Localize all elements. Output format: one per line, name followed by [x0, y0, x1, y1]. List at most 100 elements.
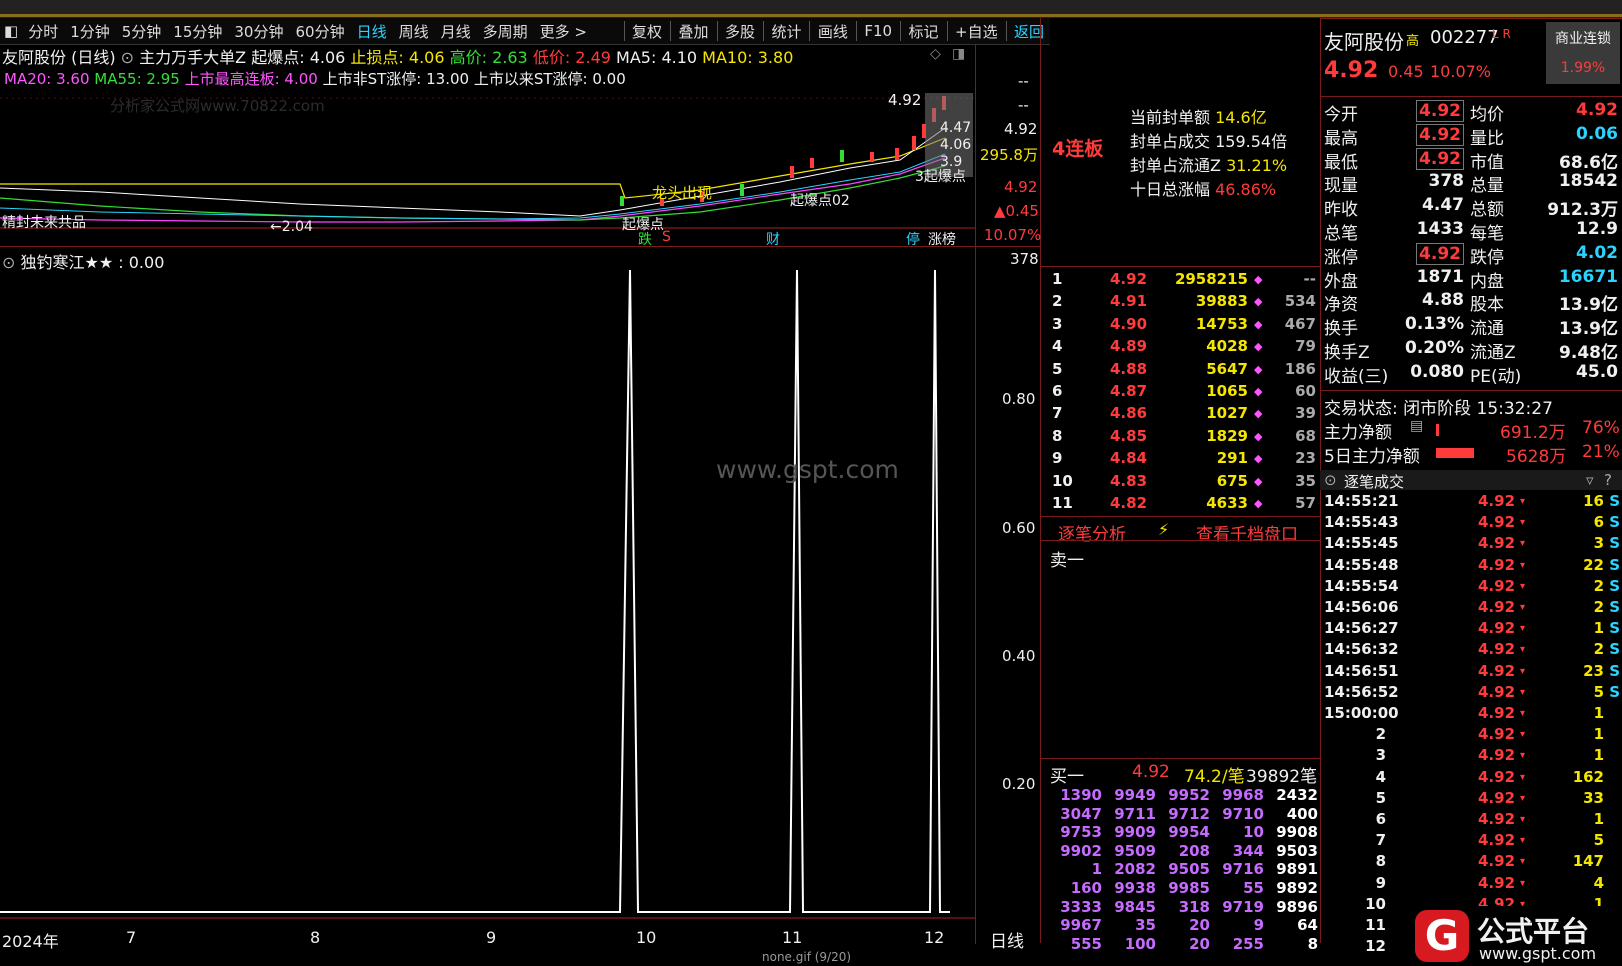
stat-value-2: 18542 [1558, 171, 1618, 192]
stat-label: 涨停 [1324, 247, 1358, 268]
ob-diamond-icon: ◆ [1254, 452, 1263, 466]
ob-level: 4 [1052, 337, 1063, 356]
ob-volume: 5647 [1206, 359, 1248, 378]
quote-stat-row: 昨收 4.47 总额 912.3万 [1322, 195, 1622, 221]
tab-daily[interactable]: 日线 [351, 21, 393, 42]
diamond-icon[interactable]: ◇ [930, 46, 941, 62]
axis-change: ▲0.45 [994, 202, 1039, 220]
buy-one-label: 买一 [1050, 767, 1084, 787]
queue-cell: 3333 [1060, 897, 1102, 916]
accent-bar [0, 14, 1622, 17]
ob-divider-3 [1040, 758, 1320, 759]
stat-value-2: 68.6亿 [1559, 152, 1618, 173]
tick-time: 14:55:21 [1324, 492, 1399, 510]
ob-level: 6 [1052, 382, 1063, 400]
order-book-row[interactable]: 5 4.88 5647 ◆ 186 [1050, 360, 1320, 382]
tab-15min[interactable]: 15分钟 [167, 21, 228, 42]
ob-level: 1 [1052, 270, 1063, 288]
f10-button[interactable]: F10 [858, 22, 898, 40]
tab-fenshi[interactable]: 分时 [22, 21, 64, 42]
tab-5min[interactable]: 5分钟 [116, 21, 168, 42]
tab-60min[interactable]: 60分钟 [289, 21, 350, 42]
tick-volume: 1 [1593, 725, 1604, 744]
tab-1min[interactable]: 1分钟 [64, 21, 116, 42]
back-button[interactable]: 返回 [1008, 21, 1050, 42]
tick-volume: 22 [1583, 555, 1604, 574]
tick-analysis-link[interactable]: 逐笔分析 [1058, 520, 1126, 545]
tick-arrow-icon: ▾ [1520, 771, 1526, 783]
tick-row: 14:55:43 4.92 ▾ 6 S [1322, 513, 1622, 534]
tick-row: 14:55:21 4.92 ▾ 16 S [1322, 492, 1622, 513]
tick-row: 5 4.92 ▾ 33 [1322, 789, 1622, 810]
x-axis: 2024年 7 8 9 10 11 12 [0, 928, 975, 951]
mark-button[interactable]: 标记 [903, 21, 945, 42]
sub-indicator-chart[interactable] [0, 270, 975, 920]
order-book-row[interactable]: 11 4.82 4633 ◆ 57 [1050, 494, 1320, 516]
tick-arrow-icon: ▾ [1520, 792, 1526, 804]
toggle-icon[interactable]: ⊙ [121, 48, 134, 67]
tick-time: 11 [1365, 916, 1386, 934]
order-book-row[interactable]: 8 4.85 1829 ◆ 68 [1050, 427, 1320, 449]
queue-cell: 9896 [1276, 897, 1318, 916]
overlay-button[interactable]: 叠加 [673, 21, 715, 42]
order-book-row[interactable]: 2 4.91 39883 ◆ 534 [1050, 292, 1320, 314]
tick-time: 14:55:54 [1324, 576, 1399, 595]
filter-icon[interactable]: ▿ [1586, 471, 1594, 489]
main5-row: 5日主力净额 5628万 21% [1324, 442, 1620, 467]
tab-more[interactable]: 更多 > [534, 21, 593, 42]
order-book-row[interactable]: 3 4.90 14753 ◆ 467 [1050, 315, 1320, 337]
sell-one-label: 卖一 [1050, 551, 1084, 571]
tag-s[interactable]: S [662, 229, 671, 245]
restore-rights-button[interactable]: 复权 [626, 21, 668, 42]
tick-price: 4.92 [1478, 619, 1516, 638]
tick-volume: 1 [1593, 619, 1604, 638]
order-book-row[interactable]: 4 4.89 4028 ◆ 79 [1050, 337, 1320, 359]
main-net-value: 691.2万 [1500, 423, 1566, 443]
trade-state-row: 交易状态: 闭市阶段 15:32:27 [1324, 394, 1553, 419]
stat-value-2: 912.3万 [1547, 200, 1618, 221]
queue-cell: 20 [1189, 934, 1210, 953]
quote-stat-row: 现量 378 总量 18542 [1322, 171, 1622, 196]
tab-30min[interactable]: 30分钟 [228, 21, 289, 42]
ob-volume: 2958215 [1174, 270, 1248, 288]
help-icon[interactable]: ? [1604, 471, 1612, 489]
order-book-row[interactable]: 1 4.92 2958215 ◆ -- [1050, 270, 1320, 292]
tick-flag: S [1609, 619, 1620, 638]
queue-cell: 9967 [1060, 916, 1102, 935]
multi-stock-button[interactable]: 多股 [719, 21, 761, 42]
main-net-bar [1436, 424, 1439, 436]
stat-label: 今开 [1324, 105, 1358, 125]
tick-time: 14:56:51 [1324, 661, 1399, 680]
tick-time: 7 [1375, 831, 1386, 850]
ten-day-value: 46.86% [1215, 180, 1277, 199]
tick-flag: S [1609, 555, 1620, 574]
add-watchlist-button[interactable]: +自选 [949, 21, 1004, 42]
statistics-button[interactable]: 统计 [765, 21, 807, 42]
order-book-row[interactable]: 7 4.86 1027 ◆ 39 [1050, 404, 1320, 426]
main-net-pct: 76% [1582, 418, 1620, 438]
tick-time: 2 [1375, 725, 1386, 744]
tab-monthly[interactable]: 月线 [435, 21, 477, 42]
tick-price: 4.92 [1478, 640, 1516, 659]
panel-toggle-icon[interactable]: ◧ [0, 22, 22, 40]
layout-icon[interactable]: ◨ [952, 46, 965, 62]
draw-line-button[interactable]: 画线 [812, 21, 854, 42]
ob-extra: 60 [1295, 382, 1316, 400]
tick-volume: 1 [1593, 810, 1604, 828]
order-book-row[interactable]: 9 4.84 291 ◆ 23 [1050, 449, 1320, 471]
quote-stat-row: 最高 4.92 量比 0.06 [1322, 123, 1622, 149]
tab-multi-period[interactable]: 多周期 [477, 21, 534, 42]
ticks-collapse-icon[interactable]: ⊙ [1324, 471, 1337, 489]
tick-arrow-icon: ▾ [1520, 750, 1526, 762]
order-book-row[interactable]: 10 4.83 675 ◆ 35 [1050, 472, 1320, 494]
tick-time: 14:55:43 [1324, 513, 1399, 532]
ob-extra: 79 [1295, 337, 1316, 356]
ma55-label: MA55: 2.95 [94, 70, 180, 88]
tab-weekly[interactable]: 周线 [393, 21, 435, 42]
ob-diamond-icon: ◆ [1254, 497, 1263, 510]
info-icon[interactable]: ▤ [1410, 418, 1423, 434]
thousand-levels-link[interactable]: 查看千档盘口 [1196, 520, 1298, 545]
order-book-row[interactable]: 6 4.87 1065 ◆ 60 [1050, 382, 1320, 404]
chart-header-line1: 友阿股份 (日线) ⊙ 主力万手大单Z 起爆点: 4.06 止损点: 4.06 … [2, 44, 1002, 68]
sector-box[interactable]: 商业连锁 1.99% [1546, 22, 1620, 84]
